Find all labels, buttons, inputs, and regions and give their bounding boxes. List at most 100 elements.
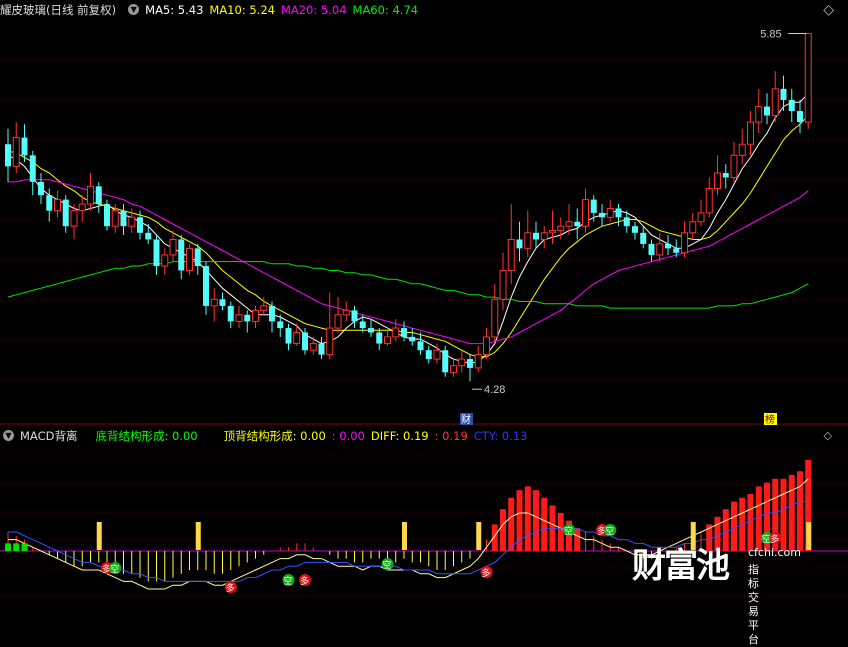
candle-body-up — [705, 188, 713, 214]
candle-body-up — [433, 349, 441, 360]
candle-body-up — [499, 269, 507, 300]
ma-line-ma5 — [7, 92, 809, 365]
watermark: 财富池 cfchi.com 指标交易平台 — [632, 546, 801, 646]
candle-body-down — [590, 199, 597, 213]
candle-body-up — [681, 232, 688, 254]
candle-body-up — [474, 354, 482, 369]
candle-body-down — [21, 137, 28, 156]
candle-body-up — [730, 154, 738, 178]
candle-body-down — [244, 314, 251, 322]
candle-body-up — [565, 221, 573, 227]
candle-body-down — [145, 232, 152, 240]
candle-body-up — [714, 172, 721, 190]
candle-body-down — [194, 248, 201, 267]
top-divergence: 顶背结构形成: 0.00 — [223, 429, 326, 443]
candle-body-down — [104, 204, 110, 227]
candle-body-down — [376, 332, 383, 344]
candle-body-down — [722, 173, 729, 178]
candle-body-up — [169, 238, 177, 256]
candle-body-down — [516, 239, 523, 249]
candle-body-up — [252, 309, 259, 322]
candle-body-up — [87, 185, 94, 205]
candle-body-down — [640, 232, 647, 244]
candle-body-down — [137, 217, 143, 233]
candle-body-down — [29, 155, 36, 182]
dropdown-icon[interactable]: ▼ — [128, 4, 140, 15]
candle-body-up — [557, 225, 565, 232]
macd-bar-red — [491, 524, 498, 551]
macd-bar-red — [755, 486, 762, 551]
candle-body-up — [392, 327, 400, 338]
macd-bar-red — [731, 501, 737, 551]
candle-body-up — [186, 247, 193, 271]
candle-body-down — [219, 299, 226, 306]
candle-body-up — [128, 216, 136, 227]
candle-body-up — [78, 203, 86, 212]
candle-body-up — [549, 230, 556, 234]
chart-stage: 5.85 4.28 财榜多空多空多空多空多空空多 — [0, 0, 848, 609]
candle-body-down — [533, 232, 539, 240]
candle-body-up — [524, 232, 532, 249]
candle-body-up — [111, 210, 119, 227]
candle-body-down — [178, 239, 185, 271]
val3: : 0.00 — [331, 429, 365, 443]
settings-icon[interactable]: ◇ — [823, 2, 834, 18]
candle-body-down — [359, 321, 366, 329]
macd-bar-green — [5, 543, 11, 551]
val5: : 0.19 — [434, 429, 468, 443]
signal-bar — [806, 522, 812, 550]
candle-body-down — [269, 305, 275, 322]
candle-body-down — [574, 221, 581, 227]
candle-body-up — [260, 305, 268, 311]
candle-body-down — [302, 332, 308, 351]
ma60-label: MA60: 4.74 — [352, 3, 419, 17]
candle-body-up — [12, 137, 20, 167]
macd-bar-red — [500, 509, 506, 551]
macd-bar-red — [747, 494, 754, 551]
ma-line-ma10 — [7, 115, 809, 358]
signal-text: 空 — [605, 525, 614, 537]
macd-bar-green — [13, 543, 20, 551]
macd-bar-red — [722, 509, 729, 551]
candle-body-up — [70, 210, 78, 227]
cty-value: CTY: 0.13 — [473, 429, 528, 443]
candle-body-up — [384, 336, 391, 345]
candle-body-up — [606, 207, 614, 218]
candle-body-up — [771, 88, 779, 116]
candle-body-down — [62, 199, 69, 227]
high-label: 5.85 — [760, 29, 781, 41]
chart-svg: 5.854.28财 榜多 空多空 多空多空多空空多 — [0, 29, 848, 597]
candle-body-down — [797, 111, 803, 123]
indicator-name[interactable]: MACD背离 — [20, 429, 77, 443]
macd-bar-red — [557, 513, 564, 551]
candle-body-down — [120, 210, 127, 227]
signal-text: 空 — [110, 563, 119, 575]
ma20-label: MA20: 5.04 — [280, 3, 347, 17]
low-label: 4.28 — [484, 384, 505, 396]
signal-bar — [195, 522, 201, 550]
indicator-settings-icon[interactable]: ◇ — [824, 429, 832, 442]
candle-body-down — [277, 321, 284, 329]
candle-body-up — [540, 232, 548, 240]
candle-body-down — [368, 328, 374, 333]
candle-body-down — [46, 195, 53, 211]
candle-body-down — [599, 212, 605, 218]
candle-body-down — [153, 239, 160, 267]
indicator-dropdown-icon[interactable]: ▼ — [3, 430, 14, 441]
macd-bar-red — [797, 471, 803, 551]
candle-body-up — [450, 365, 457, 373]
candle-body-down — [351, 310, 358, 322]
candle-body-up — [656, 243, 664, 256]
candle-body-up — [738, 143, 746, 156]
candle-body-down — [788, 99, 795, 112]
candle-body-up — [293, 331, 301, 345]
candle-body-up — [689, 221, 697, 234]
candle-body-down — [285, 328, 292, 344]
candle-body-down — [467, 359, 473, 368]
candle-body-up — [54, 199, 61, 212]
candle-body-up — [582, 199, 589, 227]
stock-name[interactable]: 耀皮玻璃(日线 前复权) — [0, 3, 116, 17]
signal-bar — [96, 522, 102, 550]
indicator-header: ▼ MACD背离 底背结构形成: 0.00 顶背结构形成: 0.00: 0.00 DIF… — [0, 427, 533, 445]
candle-body-down — [673, 248, 680, 253]
